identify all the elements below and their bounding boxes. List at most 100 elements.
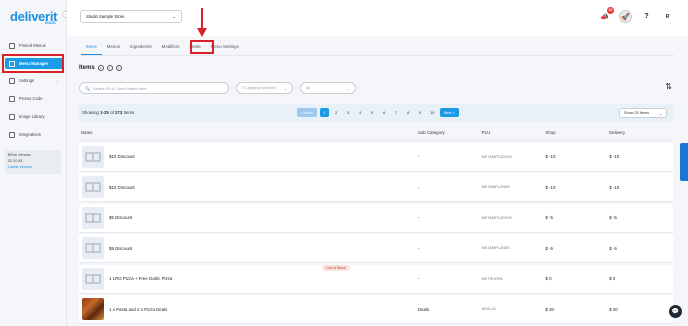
item-shop-price: $ 20 bbox=[545, 306, 554, 312]
placeholder-image-icon bbox=[82, 206, 104, 229]
column-header-shop[interactable]: Shop bbox=[545, 130, 609, 135]
table-row[interactable]: $10 Discount - MKTAMPL2DS1S $ -10 $ -10 bbox=[79, 142, 673, 172]
item-name: 1 x Pasta and 2 x Pizza Deals bbox=[109, 306, 168, 312]
item-delivery-price: $ 20 bbox=[609, 306, 618, 312]
table-row[interactable]: $10 Discount - MKTAMPL2NDS $ -10 $ -10 bbox=[79, 173, 673, 202]
item-name: $5 Discount bbox=[109, 215, 133, 220]
pin-icon bbox=[9, 42, 15, 49]
logo-sub: SOLID bbox=[45, 21, 56, 25]
item-shop-price: $ -10 bbox=[545, 154, 556, 159]
chevron-down-icon: ⌄ bbox=[658, 111, 662, 116]
item-sub-category: - bbox=[417, 154, 420, 159]
search-placeholder: Search PLU / Item Name here bbox=[92, 85, 147, 91]
tab-bar: Items Menus Ingredients Modifiers Deals … bbox=[81, 41, 244, 55]
page-button[interactable]: 6 bbox=[380, 108, 389, 117]
tab-menus[interactable]: Menus bbox=[102, 41, 125, 55]
item-delivery-price: $ 0 bbox=[609, 276, 616, 281]
avatar[interactable]: R bbox=[661, 10, 674, 23]
chat-icon[interactable]: 💬 bbox=[669, 305, 682, 318]
rocket-icon[interactable]: 🚀 bbox=[619, 10, 632, 23]
per-page-select[interactable]: Show 25 Items ⌄ bbox=[619, 108, 667, 118]
item-plu: MKTAMPL2NDS bbox=[481, 246, 510, 250]
sidebar-item-image-library[interactable]: Image Library bbox=[5, 111, 63, 122]
annotation-highlight-menu-manager bbox=[2, 54, 64, 73]
item-shop-price: $ -5 bbox=[545, 245, 553, 251]
pager: < Back 1 2 3 4 5 6 7 8 9 10 Next > bbox=[297, 108, 459, 117]
megaphone-icon[interactable]: 📣 32 bbox=[598, 7, 614, 23]
item-plu: MKTSHOPA bbox=[481, 276, 503, 281]
page-button[interactable]: 8 bbox=[404, 108, 413, 117]
type-select-value: All bbox=[306, 86, 311, 90]
table-row[interactable]: $5 Discount - MKTAMPL2NDS $ -5 $ -5 bbox=[79, 234, 673, 263]
tab-ingredients[interactable]: Ingredients bbox=[125, 41, 157, 55]
item-plu: MKTAMPL2DS1S bbox=[481, 215, 512, 220]
item-plu: DEAL10 bbox=[481, 307, 496, 311]
column-header-delivery[interactable]: Delivery bbox=[609, 130, 673, 135]
item-delivery-price: $ -10 bbox=[609, 154, 620, 159]
search-input[interactable]: 🔍 Search PLU / Item Name here bbox=[79, 82, 229, 94]
next-button[interactable]: Next > bbox=[439, 108, 459, 117]
page-button[interactable]: 7 bbox=[392, 108, 401, 117]
table-row[interactable]: 1 x Pasta and 2 x Pizza Deals Deals DEAL… bbox=[79, 295, 673, 324]
item-sub-category: - bbox=[417, 276, 420, 281]
item-sub-category: Deals bbox=[417, 306, 430, 312]
page-button[interactable]: 2 bbox=[332, 108, 341, 117]
feedback-tab[interactable] bbox=[680, 143, 688, 181]
ticket-icon bbox=[9, 95, 15, 102]
item-plu: MKTAMPL2NDS bbox=[481, 185, 510, 189]
item-name: $5 Discount bbox=[109, 245, 133, 251]
tab-items[interactable]: Items bbox=[81, 41, 102, 55]
sidebar-item-integrations[interactable]: Integrations bbox=[5, 129, 63, 140]
table-row[interactable]: 1 LRG Pizza + Free Garlic Pizza Out of S… bbox=[79, 264, 673, 294]
sidebar-item-settings[interactable]: Settings ⌄ bbox=[5, 75, 63, 86]
version-box: BPos Version 02.20.61 Latest Version bbox=[5, 150, 61, 174]
page-button[interactable]: 1 bbox=[319, 108, 329, 117]
out-of-stock-badge: Out of Stock bbox=[322, 264, 350, 271]
sidebar-item-label: Image Library bbox=[19, 114, 45, 119]
help-icon[interactable]: ? bbox=[640, 10, 653, 23]
store-select[interactable]: Studio Sample Store ⌄ bbox=[80, 10, 182, 23]
sidebar-item-label: Settings bbox=[19, 78, 35, 83]
sort-icon[interactable]: ⇅ bbox=[665, 82, 672, 91]
items-heading: Items + • ▪ bbox=[79, 65, 122, 71]
page-button[interactable]: 3 bbox=[344, 108, 353, 117]
copy-icon[interactable]: ▪ bbox=[115, 65, 122, 71]
column-header-sub-category[interactable]: Sub Category bbox=[418, 130, 482, 135]
annotation-highlight-deals bbox=[190, 40, 214, 54]
page-button[interactable]: 5 bbox=[368, 108, 377, 117]
page-button[interactable]: 9 bbox=[416, 108, 425, 117]
category-select-value: 0 Category selected bbox=[242, 86, 276, 90]
sidebar-item-pinned-menus[interactable]: Pinned Menus bbox=[5, 40, 63, 51]
per-page-value: Show 25 Items bbox=[624, 111, 650, 115]
table-row[interactable]: $5 Discount - MKTAMPL2DS1S $ -5 $ -5 bbox=[79, 203, 673, 233]
placeholder-image-icon bbox=[82, 267, 104, 290]
sidebar-item-label: Integrations bbox=[19, 132, 41, 137]
tab-modifiers[interactable]: Modifiers bbox=[157, 41, 185, 55]
latest-version-link[interactable]: Latest Version bbox=[8, 164, 58, 170]
top-bar: Studio Sample Store ⌄ 📣 32 🚀 ? R bbox=[67, 0, 688, 36]
type-select[interactable]: All ⌄ bbox=[300, 82, 356, 94]
item-delivery-price: $ -5 bbox=[609, 245, 617, 251]
page-title: Items bbox=[79, 65, 95, 71]
back-button[interactable]: < Back bbox=[297, 108, 317, 117]
item-shop-price: $ -5 bbox=[545, 215, 553, 220]
page-button[interactable]: 4 bbox=[356, 108, 365, 117]
settings-icon[interactable]: • bbox=[106, 65, 113, 71]
filters: 🔍 Search PLU / Item Name here 0 Category… bbox=[79, 82, 356, 95]
item-name: 1 LRG Pizza + Free Garlic Pizza bbox=[109, 276, 173, 281]
add-icon[interactable]: + bbox=[97, 65, 104, 71]
table-header: Name Sub Category PLU Shop Delivery bbox=[79, 124, 673, 141]
sidebar-item-promo-code[interactable]: Promo Code bbox=[5, 93, 63, 104]
items-table: Name Sub Category PLU Shop Delivery $10 … bbox=[79, 124, 673, 324]
column-header-plu[interactable]: PLU bbox=[482, 130, 546, 135]
sidebar-item-label: Promo Code bbox=[19, 96, 43, 101]
page-button[interactable]: 10 bbox=[428, 108, 437, 117]
store-select-value: Studio Sample Store bbox=[86, 14, 125, 19]
sidebar-item-label: Pinned Menus bbox=[19, 43, 46, 48]
column-header-name[interactable]: Name bbox=[79, 130, 418, 135]
category-select[interactable]: 0 Category selected ⌄ bbox=[236, 82, 293, 94]
item-name: $10 Discount bbox=[109, 184, 135, 190]
pagination-bar: Showing 1-25 of 273 Items. < Back 1 2 3 … bbox=[79, 104, 673, 122]
annotation-arrow-head bbox=[197, 28, 207, 37]
search-icon: 🔍 bbox=[85, 85, 90, 91]
